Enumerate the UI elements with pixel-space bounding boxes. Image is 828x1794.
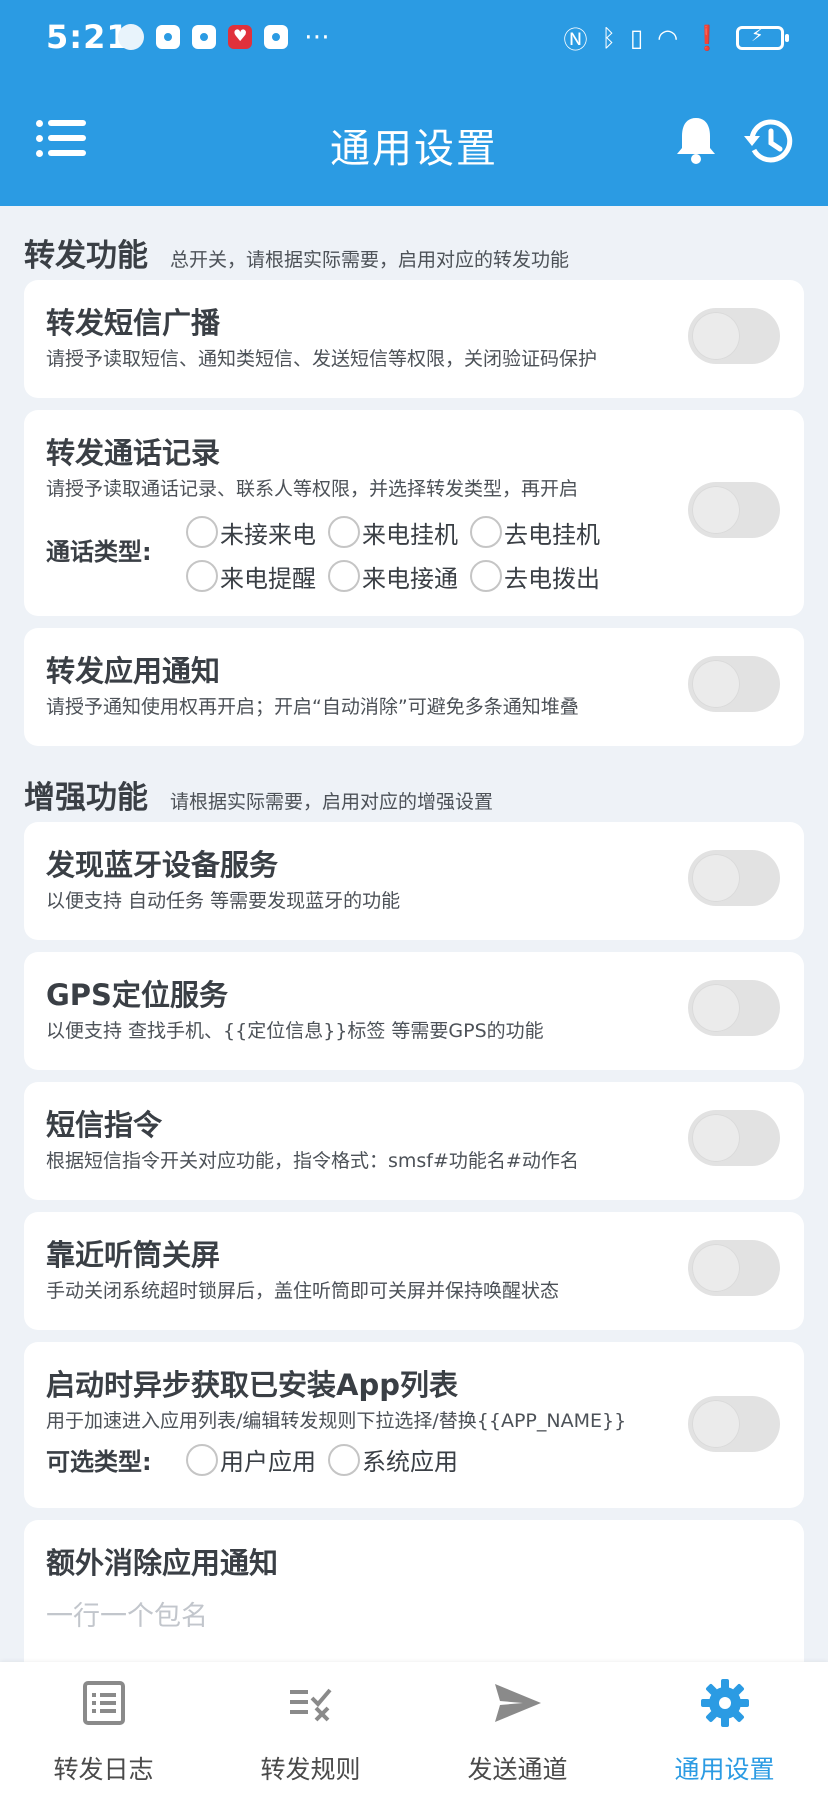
alert-icon: ❗ [692, 23, 722, 52]
section-subtitle: 请根据实际需要，启用对应的增强设置 [170, 791, 494, 813]
bluetooth-switch[interactable] [688, 850, 780, 906]
nav-label: 通用设置 [674, 1755, 775, 1784]
radio-system-apps[interactable]: 系统应用 [328, 1442, 458, 1477]
card-forward-call: 转发通话记录 请授予读取通话记录、联系人等权限，并选择转发类型，再开启 通话类型… [24, 410, 804, 616]
forward-call-switch[interactable] [688, 482, 780, 538]
radio-missed-call[interactable]: 未接来电 [186, 515, 316, 550]
card-proximity: 靠近听筒关屏 手动关闭系统超时锁屏后，盖住听筒即可关屏并保持唤醒状态 [24, 1212, 804, 1330]
sms-command-switch[interactable] [688, 1110, 780, 1166]
card-title: 转发通话记录 [46, 436, 221, 470]
radio-user-apps[interactable]: 用户应用 [186, 1442, 316, 1477]
section-subtitle: 总开关，请根据实际需要，启用对应的转发功能 [170, 249, 570, 271]
card-title: GPS定位服务 [46, 978, 228, 1012]
radio-outgoing-hangup[interactable]: 去电挂机 [470, 515, 600, 550]
card-desc: 请授予读取通话记录、联系人等权限，并选择转发类型，再开启 [46, 478, 579, 500]
gear-icon [700, 1679, 749, 1727]
nfc-icon: Ⓝ [563, 26, 588, 54]
card-extra-cancel: 额外消除应用通知 一行一个包名 [24, 1520, 804, 1662]
radio-incoming-hangup[interactable]: 来电挂机 [328, 515, 458, 550]
call-type-label: 通话类型: [46, 538, 152, 566]
card-forward-sms: 转发短信广播 请授予读取短信、通知类短信、发送短信等权限，关闭验证码保护 [24, 280, 804, 398]
card-desc: 以便支持 查找手机、{{定位信息}}标签 等需要GPS的功能 [46, 1020, 544, 1042]
status-bar: 5:21 ⋯ Ⓝ ᛒ ▯ ◠ ❗ ⚡ [0, 0, 828, 80]
globe-icon [118, 24, 144, 50]
gps-switch[interactable] [688, 980, 780, 1036]
radio-incoming-answered[interactable]: 来电接通 [328, 559, 458, 594]
wifi-icon: ◠ [657, 23, 679, 52]
proximity-switch[interactable] [688, 1240, 780, 1296]
nav-label: 发送通道 [467, 1755, 568, 1784]
card-desc: 用于加速进入应用列表/编辑转发规则下拉选择/替换{{APP_NAME}} [46, 1410, 627, 1432]
card-desc: 以便支持 自动任务 等需要发现蓝牙的功能 [46, 890, 401, 912]
list-icon [82, 1681, 125, 1725]
card-title: 启动时异步获取已安装App列表 [46, 1368, 458, 1402]
section-header-forward: 转发功能 总开关，请根据实际需要，启用对应的转发功能 [0, 206, 828, 280]
more-notifications-icon: ⋯ [304, 22, 330, 52]
system-status-icons: Ⓝ ᛒ ▯ ◠ ❗ ⚡ [563, 20, 789, 55]
app-type-group: 可选类型: 用户应用 系统应用 [46, 1442, 782, 1477]
settings-content[interactable]: 转发功能 总开关，请根据实际需要，启用对应的转发功能 转发短信广播 请授予读取短… [0, 206, 828, 1662]
send-icon [494, 1684, 541, 1722]
bluetooth-icon: ᛒ [601, 23, 616, 52]
forward-sms-switch[interactable] [688, 308, 780, 364]
card-desc: 请授予通知使用权再开启；开启“自动消除”可避免多条通知堆叠 [46, 696, 579, 718]
app-list-switch[interactable] [688, 1396, 780, 1452]
forward-app-notify-switch[interactable] [688, 656, 780, 712]
radio-incoming-alert[interactable]: 来电提醒 [186, 559, 316, 594]
card-title: 靠近听筒关屏 [46, 1238, 221, 1272]
app-notification-icon [264, 25, 288, 49]
card-title: 额外消除应用通知 [46, 1546, 279, 1580]
section-title: 增强功能 [24, 780, 148, 816]
bell-icon[interactable] [674, 114, 718, 164]
heart-app-icon [228, 25, 252, 49]
section-header-enhance: 增强功能 请根据实际需要，启用对应的增强设置 [0, 758, 828, 822]
section-title: 转发功能 [24, 238, 148, 274]
card-forward-app-notify: 转发应用通知 请授予通知使用权再开启；开启“自动消除”可避免多条通知堆叠 [24, 628, 804, 746]
nav-forward-log[interactable]: 转发日志 [0, 1662, 207, 1794]
app-bar: 5:21 ⋯ Ⓝ ᛒ ▯ ◠ ❗ ⚡ 通用设置 [0, 0, 828, 206]
card-gps: GPS定位服务 以便支持 查找手机、{{定位信息}}标签 等需要GPS的功能 [24, 952, 804, 1070]
app-notification-icon [192, 25, 216, 49]
package-list-input[interactable]: 一行一个包名 [46, 1600, 782, 1634]
notification-icons: ⋯ [118, 22, 330, 52]
nav-general-settings[interactable]: 通用设置 [621, 1662, 828, 1794]
call-type-group: 通话类型: 未接来电 来电挂机 去电挂机 来电提醒 来电接通 去电拨出 [46, 510, 782, 598]
rules-checklist-icon [289, 1688, 332, 1722]
card-title: 转发短信广播 [46, 306, 221, 340]
card-title: 发现蓝牙设备服务 [46, 848, 279, 882]
nav-label: 转发日志 [53, 1755, 154, 1784]
card-desc: 根据短信指令开关对应功能，指令格式：smsf#功能名#动作名 [46, 1150, 579, 1172]
history-icon[interactable] [744, 118, 794, 164]
nav-forward-rules[interactable]: 转发规则 [207, 1662, 414, 1794]
vibrate-icon: ▯ [629, 23, 644, 52]
card-title: 短信指令 [46, 1108, 163, 1142]
nav-label: 转发规则 [260, 1755, 361, 1784]
card-title: 转发应用通知 [46, 654, 221, 688]
card-desc: 请授予读取短信、通知类短信、发送短信等权限，关闭验证码保护 [46, 348, 598, 370]
radio-outgoing-dialed[interactable]: 去电拨出 [470, 559, 600, 594]
app-type-label: 可选类型: [46, 1448, 152, 1476]
card-desc: 手动关闭系统超时锁屏后，盖住听筒即可关屏并保持唤醒状态 [46, 1280, 560, 1302]
card-sms-command: 短信指令 根据短信指令开关对应功能，指令格式：smsf#功能名#动作名 [24, 1082, 804, 1200]
card-app-list: 启动时异步获取已安装App列表 用于加速进入应用列表/编辑转发规则下拉选择/替换… [24, 1342, 804, 1508]
nav-send-channel[interactable]: 发送通道 [414, 1662, 621, 1794]
bottom-nav: 转发日志 转发规则 发送通道 通用设置 [0, 1662, 828, 1794]
app-notification-icon [156, 25, 180, 49]
battery-icon: ⚡ [736, 25, 789, 50]
card-bluetooth: 发现蓝牙设备服务 以便支持 自动任务 等需要发现蓝牙的功能 [24, 822, 804, 940]
